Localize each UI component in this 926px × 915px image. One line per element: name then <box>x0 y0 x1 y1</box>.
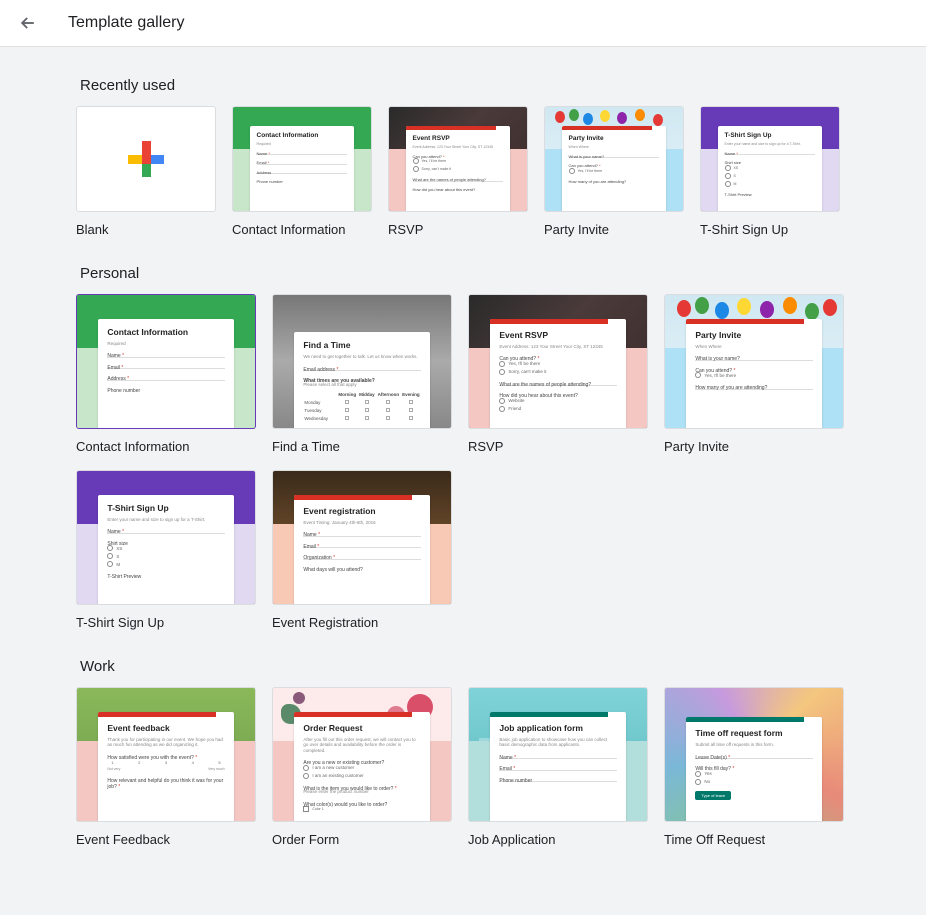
card-label: Order Form <box>272 832 452 847</box>
template-find-time[interactable]: Find a Time We need to get together to t… <box>272 294 452 454</box>
thumb: T-Shirt Sign Up Enter your name and size… <box>700 106 840 212</box>
thumb: Event feedback Thank you for participati… <box>76 687 256 822</box>
section-label-recent: Recently used <box>80 77 926 94</box>
thumb: Time off request form Submit all time of… <box>664 687 844 822</box>
template-order-form[interactable]: Order Request After you fill out this or… <box>272 687 452 847</box>
thumb: T-Shirt Sign Up Enter your name and size… <box>76 470 256 605</box>
thumb: Event RSVP Event Address: 123 Your Stree… <box>388 106 528 212</box>
card-label: RSVP <box>468 439 648 454</box>
card-label: Party Invite <box>544 222 684 237</box>
preview-title: Event RSVP <box>499 330 616 340</box>
card-label: Contact Information <box>232 222 372 237</box>
thumb: Contact Information Required Name * Emai… <box>232 106 372 212</box>
template-tshirt-p[interactable]: T-Shirt Sign Up Enter your name and size… <box>76 470 256 630</box>
card-label: Contact Information <box>76 439 256 454</box>
thumb-blank <box>76 106 216 212</box>
card-label: Event Registration <box>272 615 452 630</box>
template-rsvp[interactable]: Event RSVP Event Address: 123 Your Stree… <box>388 106 528 237</box>
preview-title: Find a Time <box>303 340 420 350</box>
template-blank[interactable]: Blank <box>76 106 216 237</box>
preview-title: Order Request <box>303 723 420 733</box>
template-party-invite-p[interactable]: Party Invite When Where What is your nam… <box>664 294 844 454</box>
preview-title: T-Shirt Sign Up <box>107 503 224 513</box>
template-contact-info[interactable]: Contact Information Required Name * Emai… <box>232 106 372 237</box>
grid-personal: Contact Information Required Name * Emai… <box>76 294 926 630</box>
template-rsvp-p[interactable]: Event RSVP Event Address: 123 Your Stree… <box>468 294 648 454</box>
preview-title: Party Invite <box>695 330 812 340</box>
thumb: Event RSVP Event Address: 123 Your Stree… <box>468 294 648 429</box>
preview-title: Party Invite <box>569 135 660 142</box>
thumb: Find a Time We need to get together to t… <box>272 294 452 429</box>
thumb: Party Invite When Where What is your nam… <box>544 106 684 212</box>
template-time-off[interactable]: Time off request form Submit all time of… <box>664 687 844 847</box>
preview-title: Event registration <box>303 506 420 516</box>
thumb: Order Request After you fill out this or… <box>272 687 452 822</box>
section-label-personal: Personal <box>80 265 926 282</box>
plus-icon <box>128 141 164 177</box>
card-label: Job Application <box>468 832 648 847</box>
template-tshirt[interactable]: T-Shirt Sign Up Enter your name and size… <box>700 106 840 237</box>
preview-title: Event RSVP <box>413 135 504 142</box>
template-party-invite[interactable]: Party Invite When Where What is your nam… <box>544 106 684 237</box>
preview-title: Contact Information <box>257 132 348 139</box>
card-label: Blank <box>76 222 216 237</box>
card-label: RSVP <box>388 222 528 237</box>
template-contact-info-p[interactable]: Contact Information Required Name * Emai… <box>76 294 256 454</box>
section-label-work: Work <box>80 658 926 675</box>
preview-title: Contact Information <box>107 327 224 337</box>
grid-work: Event feedback Thank you for participati… <box>76 687 926 847</box>
card-label: Find a Time <box>272 439 452 454</box>
thumb: Contact Information Required Name * Emai… <box>76 294 256 429</box>
card-label: T-Shirt Sign Up <box>76 615 256 630</box>
preview-title: T-Shirt Sign Up <box>725 132 816 139</box>
preview-title: Event feedback <box>107 723 224 733</box>
content: Recently used Blank Contact Information … <box>0 47 926 915</box>
thumb: Job application form Basic job applicati… <box>468 687 648 822</box>
preview-title: Job application form <box>499 723 616 733</box>
card-label: T-Shirt Sign Up <box>700 222 840 237</box>
header: Template gallery <box>0 0 926 47</box>
template-event-registration[interactable]: Event registration Event Timing: January… <box>272 470 452 630</box>
preview-title: Time off request form <box>695 728 812 738</box>
template-event-feedback[interactable]: Event feedback Thank you for participati… <box>76 687 256 847</box>
page-title: Template gallery <box>68 14 185 32</box>
card-label: Time Off Request <box>664 832 844 847</box>
back-button[interactable] <box>16 11 40 35</box>
card-label: Event Feedback <box>76 832 256 847</box>
thumb: Event registration Event Timing: January… <box>272 470 452 605</box>
card-label: Party Invite <box>664 439 844 454</box>
grid-recent: Blank Contact Information Required Name … <box>76 106 926 237</box>
arrow-left-icon <box>18 13 38 33</box>
template-job-application[interactable]: Job application form Basic job applicati… <box>468 687 648 847</box>
thumb: Party Invite When Where What is your nam… <box>664 294 844 429</box>
